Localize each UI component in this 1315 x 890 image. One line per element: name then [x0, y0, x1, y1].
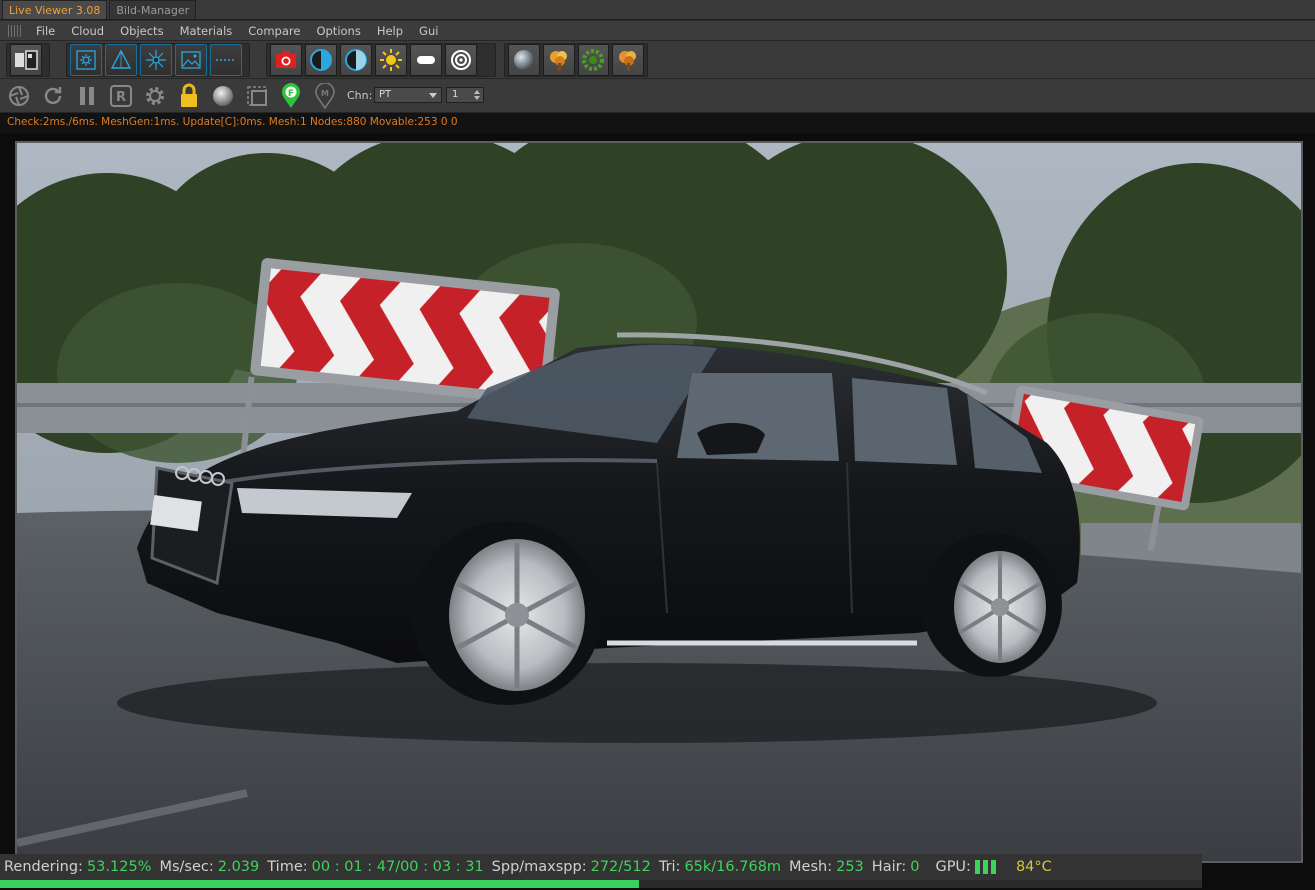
viewport-area	[0, 133, 1315, 890]
menu-compare[interactable]: Compare	[240, 24, 308, 38]
secondary-toolbar: R F M	[0, 79, 1315, 113]
tree-orange-icon[interactable]	[612, 44, 644, 76]
ball-icon[interactable]	[210, 83, 236, 109]
pin-f-letter: F	[288, 89, 294, 99]
mesh-label: Mesh:	[789, 859, 833, 875]
image-icon[interactable]	[175, 44, 207, 76]
triangle-icon[interactable]	[105, 44, 137, 76]
menu-objects[interactable]: Objects	[112, 24, 171, 38]
rendered-car-image	[17, 143, 1301, 861]
rendering-label: Rendering:	[4, 859, 83, 875]
sphere-icon[interactable]	[508, 44, 540, 76]
menu-file[interactable]: File	[28, 24, 63, 38]
menu-help[interactable]: Help	[369, 24, 411, 38]
spinner-up-icon[interactable]	[474, 90, 480, 94]
tri-value: 65k/16.768m	[684, 859, 782, 875]
refresh-icon[interactable]	[40, 83, 66, 109]
hair-label: Hair:	[871, 859, 907, 875]
lock-icon[interactable]	[176, 83, 202, 109]
spinner-value: 1	[452, 89, 459, 100]
target-icon[interactable]	[445, 44, 477, 76]
gear-icon[interactable]	[142, 83, 168, 109]
render-viewport[interactable]	[15, 141, 1303, 863]
r-icon[interactable]: R	[108, 83, 134, 109]
pin-m-letter: M	[321, 89, 329, 98]
toolbar-group-view	[6, 43, 50, 77]
aperture-icon[interactable]	[6, 83, 32, 109]
gpu-temperature: 84°C	[1015, 859, 1052, 875]
settings-sun-icon[interactable]	[70, 44, 102, 76]
sun-icon[interactable]	[375, 44, 407, 76]
contrast-alt-icon[interactable]	[340, 44, 372, 76]
menu-options[interactable]: Options	[308, 24, 368, 38]
render-stats-bar: Rendering: 53.125% Ms/sec: 2.039 Time: 0…	[0, 854, 1202, 880]
toolbar-group-display	[66, 43, 250, 77]
spp-value: 272/512	[590, 859, 651, 875]
toolbar-group-camera	[266, 43, 496, 77]
light-bar-icon[interactable]	[410, 44, 442, 76]
mesh-value: 253	[836, 859, 864, 875]
region-icon[interactable]	[244, 83, 270, 109]
menu-grip-icon[interactable]	[8, 24, 22, 37]
pause-icon[interactable]	[74, 83, 100, 109]
time-label: Time:	[267, 859, 308, 875]
tri-label: Tri:	[658, 859, 681, 875]
spinner-down-icon[interactable]	[474, 96, 480, 100]
channel-select[interactable]: PT	[374, 87, 442, 103]
toolbar-group-objects	[504, 43, 648, 77]
render-progress-fill	[0, 880, 639, 888]
tab-bar: Live Viewer 3.08 Bild-Manager	[0, 0, 1315, 20]
clone-view-icon[interactable]	[10, 44, 42, 76]
tree-icon[interactable]	[542, 44, 575, 76]
sparkle-icon[interactable]	[140, 44, 172, 76]
tree-green-icon[interactable]	[577, 44, 610, 76]
gpu-load-icon	[974, 860, 996, 874]
channel-spinner[interactable]: 1	[446, 87, 484, 103]
rendering-value: 53.125%	[86, 859, 152, 875]
mssec-value: 2.039	[217, 859, 260, 875]
spp-label: Spp/maxspp:	[491, 859, 587, 875]
gpu-label: GPU:	[935, 859, 971, 875]
menu-gui[interactable]: Gui	[411, 24, 446, 38]
dotted-line-icon[interactable]	[210, 44, 242, 76]
mssec-label: Ms/sec:	[159, 859, 214, 875]
pin-m-icon[interactable]: M	[312, 83, 338, 109]
camera-icon[interactable]	[270, 44, 302, 76]
contrast-icon[interactable]	[305, 44, 337, 76]
chevron-down-icon	[429, 93, 437, 98]
hair-value: 0	[910, 859, 920, 875]
menu-materials[interactable]: Materials	[172, 24, 241, 38]
debug-status-line: Check:2ms./6ms. MeshGen:1ms. Update[C]:0…	[0, 113, 1315, 133]
menu-bar: File Cloud Objects Materials Compare Opt…	[0, 21, 1315, 41]
tab-live-viewer[interactable]: Live Viewer 3.08	[2, 0, 108, 19]
channel-label: Chn:	[347, 89, 373, 102]
channel-value: PT	[379, 89, 392, 100]
main-toolbar	[0, 41, 1315, 79]
menu-cloud[interactable]: Cloud	[63, 24, 112, 38]
pin-f-icon[interactable]: F	[278, 83, 304, 109]
tab-bild-manager[interactable]: Bild-Manager	[109, 0, 197, 19]
render-progress-bar	[0, 880, 1202, 888]
r-letter: R	[116, 90, 126, 105]
time-value: 00 : 01 : 47/00 : 03 : 31	[311, 859, 484, 875]
